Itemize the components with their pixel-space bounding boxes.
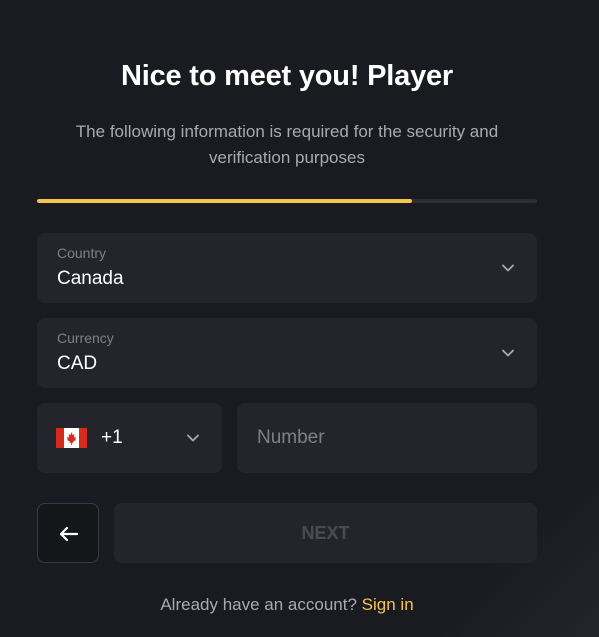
signin-link[interactable]: Sign in — [362, 595, 414, 614]
currency-select[interactable]: Currency CAD — [37, 318, 537, 388]
canada-flag-icon — [56, 428, 87, 448]
country-label: Country — [57, 245, 107, 261]
currency-label: Currency — [57, 330, 114, 346]
chevron-down-icon — [502, 349, 514, 357]
signin-prompt-text: Already have an account? — [160, 595, 357, 614]
progress-bar — [37, 199, 537, 203]
chevron-down-icon — [502, 264, 514, 272]
progress-fill — [37, 199, 412, 203]
currency-value: CAD — [57, 353, 98, 374]
signin-prompt: Already have an account? Sign in — [0, 595, 574, 615]
phone-code-select[interactable]: +1 — [37, 403, 222, 473]
page-title: Nice to meet you! Player — [120, 60, 454, 92]
arrow-left-icon — [59, 526, 79, 542]
country-value: Canada — [57, 268, 124, 289]
country-select[interactable]: Country Canada — [37, 233, 537, 303]
chevron-down-icon — [187, 434, 199, 442]
phone-number-input[interactable] — [237, 403, 537, 473]
signup-step-page: Nice to meet you! Player The following i… — [0, 0, 599, 637]
page-subtitle: The following information is required fo… — [75, 122, 499, 167]
back-button[interactable] — [37, 503, 99, 563]
next-button[interactable]: NEXT — [114, 503, 537, 563]
dial-code: +1 — [101, 427, 123, 448]
